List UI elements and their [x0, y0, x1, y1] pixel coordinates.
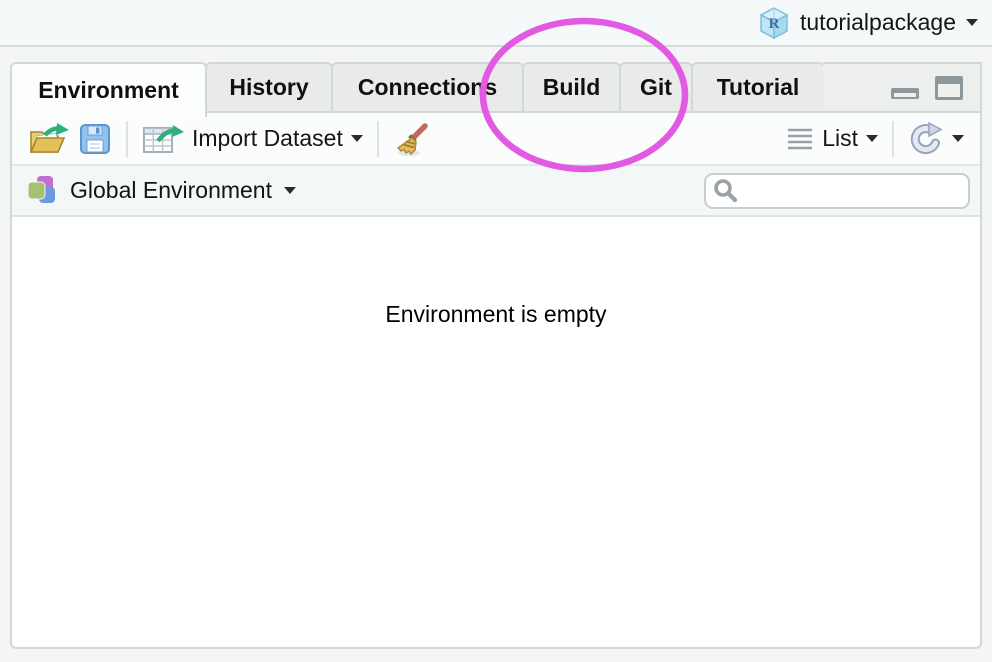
r-package-cube-icon: R	[758, 6, 790, 40]
minimize-pane-icon[interactable]	[890, 75, 920, 101]
toolbar-separator	[377, 121, 379, 157]
environment-stack-icon	[26, 175, 58, 207]
tab-tutorial[interactable]: Tutorial	[691, 62, 825, 113]
maximize-pane-icon[interactable]	[934, 75, 964, 101]
open-workspace-folder-icon	[28, 122, 70, 156]
project-name: tutorialpackage	[800, 9, 956, 36]
display-mode-button[interactable]: List	[782, 123, 882, 154]
display-mode-label: List	[822, 125, 858, 152]
tab-git[interactable]: Git	[619, 62, 693, 113]
list-lines-icon	[786, 127, 814, 151]
environment-toolbar: Import Dataset	[12, 113, 980, 166]
empty-environment-message: Environment is empty	[12, 217, 980, 328]
chevron-down-icon	[284, 187, 296, 194]
search-box	[704, 173, 970, 209]
tab-environment[interactable]: Environment	[10, 62, 207, 117]
r-letter: R	[769, 16, 780, 32]
refresh-icon	[908, 122, 944, 156]
environment-scope-label: Global Environment	[70, 177, 272, 204]
refresh-button[interactable]	[904, 120, 968, 158]
environment-scope-bar: Global Environment	[12, 166, 980, 217]
chevron-down-icon	[966, 19, 978, 26]
save-workspace-button[interactable]	[74, 120, 116, 158]
tab-connections[interactable]: Connections	[331, 62, 524, 113]
import-dataset-label: Import Dataset	[192, 125, 343, 152]
search-icon	[712, 177, 740, 205]
tab-history[interactable]: History	[205, 62, 333, 113]
environment-pane: Import Dataset	[10, 111, 982, 649]
import-table-icon	[142, 123, 184, 155]
tab-build[interactable]: Build	[522, 62, 621, 113]
import-dataset-button[interactable]: Import Dataset	[138, 121, 367, 157]
chevron-down-icon	[866, 135, 878, 142]
load-workspace-button[interactable]	[24, 120, 74, 158]
broom-icon	[393, 120, 431, 158]
top-bar: R tutorialpackage	[0, 0, 992, 47]
toolbar-right-group: List	[782, 120, 968, 158]
chevron-down-icon	[952, 135, 964, 142]
tab-bar-spacer	[823, 62, 982, 113]
clear-objects-button[interactable]	[389, 118, 435, 160]
environment-content: Environment is empty	[12, 217, 980, 647]
toolbar-separator	[892, 121, 894, 157]
toolbar-separator	[126, 121, 128, 157]
save-workspace-icon	[78, 122, 112, 156]
project-selector[interactable]: R tutorialpackage	[750, 4, 992, 42]
pane-tab-bar: Environment History Connections Build Gi…	[10, 62, 982, 117]
environment-scope-selector[interactable]: Global Environment	[26, 175, 296, 207]
chevron-down-icon	[351, 135, 363, 142]
search-input[interactable]	[744, 176, 992, 206]
